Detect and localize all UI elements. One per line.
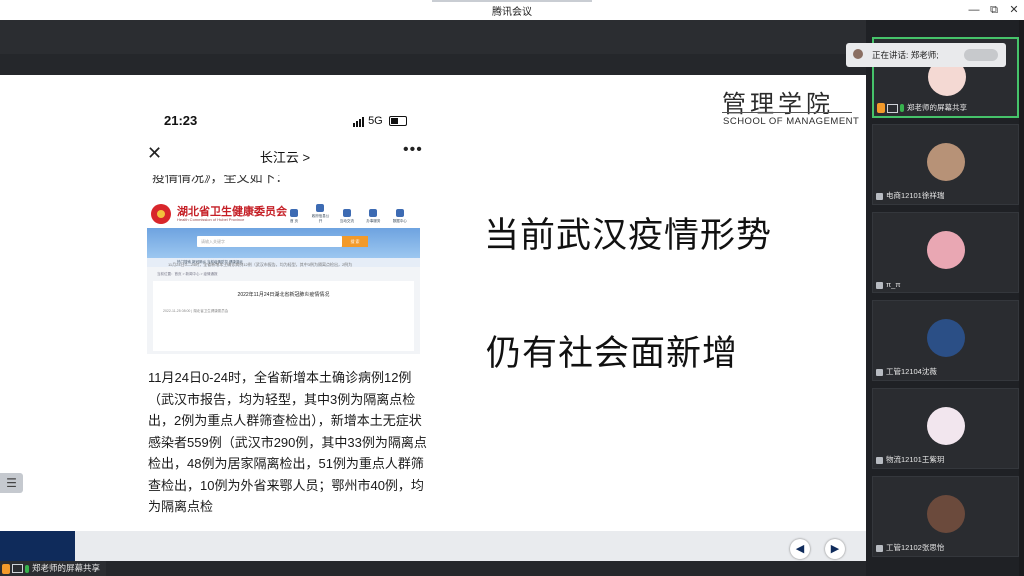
screen-share-indicator[interactable]: 郑老师的屏幕共享: [0, 561, 107, 576]
participant-tile[interactable]: 电商12101徐祥瑞: [872, 124, 1019, 205]
webpage-menu-item: 政府信息公开: [311, 204, 329, 224]
minimize-button[interactable]: —: [966, 2, 982, 18]
avatar: [927, 495, 965, 533]
microphone-icon: [900, 104, 904, 112]
active-speaker-label: 正在讲话: 郑老师;: [872, 50, 939, 60]
person-icon: [877, 103, 885, 113]
mic-muted-icon: [876, 368, 883, 376]
menu-icon[interactable]: ☰: [0, 473, 23, 493]
presentation-slide: 21:23 5G ✕ 长江云 > ••• 疫情情况》，全文如下： 湖北省卫生健康…: [0, 75, 866, 531]
webpage-body-line: 11月24日0—24时，全省新增本土确诊病例12例（武汉市报告，均为轻型，其中3…: [168, 262, 353, 267]
avatar: [927, 143, 965, 181]
webpage-menu: 首 页 政府信息公开 互动交流 办事服务 数据中心: [285, 204, 413, 227]
webpage-menu-item: 互动交流: [338, 209, 356, 224]
webpage-search-input: 请输入关键字: [197, 236, 342, 247]
participant-tile[interactable]: 物流12101王紫玥: [872, 388, 1019, 469]
mic-muted-icon: [876, 456, 883, 464]
avatar: [927, 319, 965, 357]
more-icon: •••: [403, 141, 423, 158]
avatar: [927, 407, 965, 445]
participant-scrollbar[interactable]: [1019, 20, 1024, 576]
webpage-header: 湖北省卫生健康委员会 Health Commission of Hubei Pr…: [147, 199, 420, 228]
shared-screen-stage: 21:23 5G ✕ 长江云 > ••• 疫情情况》，全文如下： 湖北省卫生健康…: [0, 20, 866, 576]
embedded-webpage-screenshot: 湖北省卫生健康委员会 Health Commission of Hubei Pr…: [147, 199, 420, 354]
participant-name: 电商12101徐祥瑞: [876, 190, 944, 201]
mic-muted-icon: [876, 281, 883, 289]
participant-tile[interactable]: 工管12102张思怡: [872, 476, 1019, 557]
phone-time: 21:23: [164, 113, 198, 128]
participant-tile[interactable]: π_π: [872, 212, 1019, 293]
stage-top-bar: [0, 20, 866, 54]
speaker-avatar: [853, 49, 863, 59]
active-speaker-tooltip: 正在讲话: 郑老师;: [846, 43, 1006, 67]
screen-share-icon: [12, 564, 23, 574]
webpage-article-panel: 2022年11月24日湖北省新冠肺炎疫情情况 2022-11-25 08:00 …: [153, 281, 414, 351]
person-icon: [2, 563, 10, 574]
webpage-article-headline: 2022年11月24日湖北省新冠肺炎疫情情况: [237, 292, 330, 298]
microphone-icon: [25, 564, 29, 573]
close-button[interactable]: ✕: [1006, 2, 1022, 18]
slide-headline-2: 仍有社会面新增: [486, 334, 739, 373]
slide-headline-1: 当前武汉疫情形势: [484, 216, 773, 255]
school-logo-english: SCHOOL OF MANAGEMENT: [723, 116, 860, 127]
speaker-indicator: [964, 49, 998, 61]
slide-footer-accent: [0, 531, 75, 561]
slide-footer: ◀ ▶: [0, 531, 866, 561]
participant-tile[interactable]: 工管12104沈薇: [872, 300, 1019, 381]
article-cut-line: 疫情情况》，全文如下：: [152, 170, 289, 185]
stage-bottom-bar: [0, 561, 866, 576]
webpage-menu-item: 首 页: [285, 209, 303, 224]
participant-name: π_π: [876, 280, 901, 289]
school-logo-chinese: 管理学院: [722, 92, 834, 118]
phone-nav-title: 长江云 >: [259, 150, 311, 165]
screen-share-label: 郑老师的屏幕共享: [32, 563, 101, 573]
screen-share-icon: [887, 103, 898, 113]
webpage-menu-item: 办事服务: [364, 209, 382, 224]
participant-name: 物流12101王紫玥: [876, 454, 944, 465]
participant-name: 郑老师的屏幕共享: [877, 102, 967, 113]
webpage-menu-item: 数据中心: [391, 209, 409, 224]
logo-divider: [722, 112, 852, 113]
webpage-search-button: 搜 索: [342, 236, 368, 247]
next-slide-button[interactable]: ▶: [825, 539, 845, 559]
network-label: 5G: [368, 115, 383, 127]
previous-slide-button[interactable]: ◀: [790, 539, 810, 559]
window-title-bar: 腾讯会议 — ⧉ ✕: [0, 0, 1024, 20]
participant-name: 工管12102张思怡: [876, 542, 944, 553]
restore-button[interactable]: ⧉: [986, 2, 1002, 18]
participant-name: 工管12104沈薇: [876, 366, 937, 377]
mic-muted-icon: [876, 192, 883, 200]
webpage-site-subtitle: Health Commission of Hubei Province: [177, 217, 245, 222]
avatar: [927, 231, 965, 269]
phone-screenshot: 21:23 5G ✕ 长江云 > ••• 疫情情况》，全文如下： 湖北省卫生健康…: [140, 75, 430, 531]
national-emblem-icon: [151, 204, 171, 224]
webpage-breadcrumb: 当前位置：首页 > 新闻中心 > 疫情通报: [157, 272, 218, 276]
webpage-article-meta: 2022-11-25 08:00 | 湖北省卫生健康委员会: [163, 309, 229, 313]
battery-icon: [388, 116, 407, 127]
article-text: 11月24日0-24时，全省新增本土确诊病例12例（武汉市报告，均为轻型，其中3…: [148, 370, 427, 514]
signal-icon: [353, 115, 365, 127]
phone-status-icons: 5G: [353, 115, 407, 127]
title-bar-indicator: [432, 0, 592, 2]
mic-muted-icon: [876, 544, 883, 552]
window-title: 腾讯会议: [492, 7, 532, 18]
